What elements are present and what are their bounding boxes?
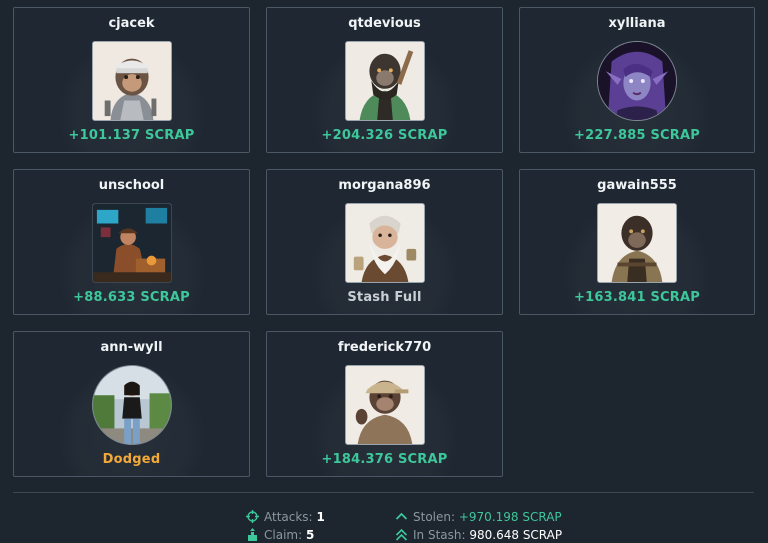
loot-result: Stash Full bbox=[347, 290, 422, 305]
attacks-stat: Attacks: 1 bbox=[246, 509, 325, 525]
loot-result: +101.137 SCRAP bbox=[68, 128, 195, 143]
stash-stat: In Stash: 980.648 SCRAP bbox=[395, 527, 562, 543]
loot-result: +184.376 SCRAP bbox=[321, 452, 448, 467]
player-card[interactable]: xylliana +227.885 SCRAP bbox=[519, 7, 755, 153]
player-card[interactable]: morgana896 Stash Full bbox=[266, 169, 503, 315]
attacks-label: Attacks: bbox=[264, 510, 313, 524]
loot-result: +204.326 SCRAP bbox=[321, 128, 448, 143]
loot-result: +163.841 SCRAP bbox=[574, 290, 700, 305]
loot-result: +227.885 SCRAP bbox=[574, 128, 700, 143]
neon-workshop-avatar bbox=[91, 203, 172, 283]
claim-stat: Claim: 5 bbox=[246, 527, 314, 543]
stolen-label: Stolen: bbox=[413, 510, 456, 524]
double-chevron-up-icon bbox=[395, 528, 408, 541]
ape-mechanic-avatar bbox=[91, 41, 172, 121]
loot-result: Dodged bbox=[102, 452, 161, 467]
stash-value: 980.648 SCRAP bbox=[469, 528, 563, 542]
chevron-up-icon bbox=[395, 510, 408, 523]
player-card[interactable]: ann-wyll Dodged bbox=[13, 331, 250, 477]
claim-value: 5 bbox=[305, 528, 315, 542]
bearded-gnome-avatar bbox=[344, 203, 425, 283]
claim-label: Claim: bbox=[264, 528, 303, 542]
ape-green-jacket-avatar bbox=[344, 41, 425, 121]
raid-results-grid: cjacek +101.137 SCRAP qtdevious +204.326… bbox=[13, 7, 755, 477]
player-username: unschool bbox=[98, 178, 165, 193]
player-username: morgana896 bbox=[338, 178, 431, 193]
player-card[interactable]: cjacek +101.137 SCRAP bbox=[13, 7, 250, 153]
crosshair-icon bbox=[246, 510, 259, 523]
player-username: xylliana bbox=[608, 16, 666, 31]
purple-elf-avatar bbox=[597, 41, 677, 121]
attacks-value: 1 bbox=[316, 510, 325, 524]
stats-divider bbox=[13, 492, 754, 493]
player-username: qtdevious bbox=[348, 16, 421, 31]
player-card[interactable]: gawain555 +163.841 SCRAP bbox=[519, 169, 755, 315]
ape-tan-vest-avatar bbox=[597, 203, 677, 283]
player-card[interactable]: frederick770 +184.376 SCRAP bbox=[266, 331, 503, 477]
player-username: frederick770 bbox=[337, 340, 432, 355]
woman-photo-avatar bbox=[91, 365, 172, 445]
player-card[interactable]: unschool +88.633 SCRAP bbox=[13, 169, 250, 315]
stolen-stat: Stolen: +970.198 SCRAP bbox=[395, 509, 562, 525]
stolen-value: +970.198 SCRAP bbox=[458, 510, 562, 524]
player-username: gawain555 bbox=[597, 178, 677, 193]
player-username: cjacek bbox=[108, 16, 155, 31]
claim-icon bbox=[246, 528, 259, 541]
player-username: ann-wyll bbox=[100, 340, 163, 355]
player-card[interactable]: qtdevious +204.326 SCRAP bbox=[266, 7, 503, 153]
stash-label: In Stash: bbox=[413, 528, 466, 542]
loot-result: +88.633 SCRAP bbox=[73, 290, 190, 305]
ape-cap-avatar bbox=[344, 365, 425, 445]
